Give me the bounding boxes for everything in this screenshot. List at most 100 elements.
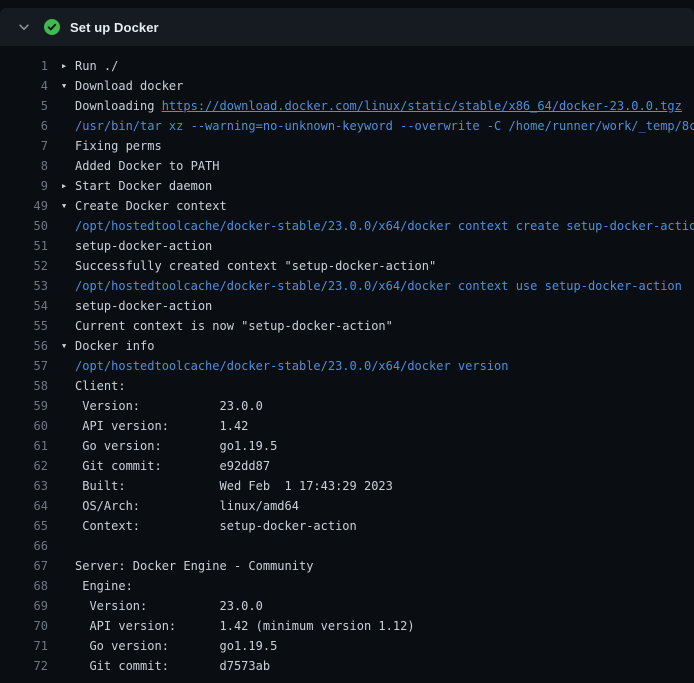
log-line: 64 OS/Arch: linux/amd64 — [0, 496, 694, 516]
log-line: 4 ▼Download docker — [0, 76, 694, 96]
command-text: /opt/hostedtoolcache/docker-stable/23.0.… — [75, 216, 694, 236]
log-line: 6/usr/bin/tar xz --warning=no-unknown-ke… — [0, 116, 694, 136]
step-title: Set up Docker — [70, 20, 159, 35]
log-text: Current context is now "setup-docker-act… — [75, 316, 393, 336]
log-line: 62 Git commit: e92dd87 — [0, 456, 694, 476]
log-container: 1▶Run ./4▼Download docker5Downloading ht… — [0, 46, 694, 676]
log-text: API version: 1.42 — [75, 416, 248, 436]
line-number[interactable]: 68 — [0, 576, 48, 596]
group-title[interactable]: Create Docker context — [75, 196, 227, 216]
log-line: 1 ▶Run ./ — [0, 56, 694, 76]
line-number[interactable]: 8 — [0, 156, 48, 176]
line-number[interactable]: 54 — [0, 296, 48, 316]
log-line: 49 ▼Create Docker context — [0, 196, 694, 216]
log-text: Successfully created context "setup-dock… — [75, 256, 436, 276]
log-line: 54 setup-docker-action — [0, 296, 694, 316]
line-number[interactable]: 55 — [0, 316, 48, 336]
log-text: Client: — [75, 376, 126, 396]
line-number[interactable]: 7 — [0, 136, 48, 156]
group-title[interactable]: Run ./ — [75, 56, 118, 76]
log-text: setup-docker-action — [75, 236, 212, 256]
line-number[interactable]: 52 — [0, 256, 48, 276]
chevron-down-icon[interactable]: ▼ — [62, 76, 75, 96]
group-title[interactable]: Start Docker daemon — [75, 176, 212, 196]
log-text: Version: 23.0.0 — [75, 596, 263, 616]
success-check-icon — [44, 19, 60, 35]
log-line: 57/opt/hostedtoolcache/docker-stable/23.… — [0, 356, 694, 376]
log-line: 8Added Docker to PATH — [0, 156, 694, 176]
line-number[interactable]: 4 — [0, 76, 48, 96]
line-number[interactable]: 50 — [0, 216, 48, 236]
log-line: 51 setup-docker-action — [0, 236, 694, 256]
line-number[interactable]: 57 — [0, 356, 48, 376]
log-text: Built: Wed Feb 1 17:43:29 2023 — [75, 476, 393, 496]
log-line: 60 API version: 1.42 — [0, 416, 694, 436]
log-line: 52 Successfully created context "setup-do… — [0, 256, 694, 276]
line-number[interactable]: 56 — [0, 336, 48, 356]
group-title[interactable]: Download docker — [75, 76, 183, 96]
log-line: 71 Go version: go1.19.5 — [0, 636, 694, 656]
group-title[interactable]: Docker info — [75, 336, 154, 356]
log-line: 69 Version: 23.0.0 — [0, 596, 694, 616]
line-number[interactable]: 53 — [0, 276, 48, 296]
log-link[interactable]: https://download.docker.com/linux/static… — [162, 96, 682, 116]
log-line: 7 Fixing perms — [0, 136, 694, 156]
chevron-right-icon[interactable]: ▶ — [62, 56, 75, 76]
log-line: 53/opt/hostedtoolcache/docker-stable/23.… — [0, 276, 694, 296]
line-number[interactable]: 60 — [0, 416, 48, 436]
log-line: 65 Context: setup-docker-action — [0, 516, 694, 536]
log-text: Context: setup-docker-action — [75, 516, 357, 536]
log-text: Engine: — [75, 576, 133, 596]
line-number[interactable]: 1 — [0, 56, 48, 76]
chevron-down-icon[interactable]: ▼ — [62, 336, 75, 356]
log-line: 50/opt/hostedtoolcache/docker-stable/23.… — [0, 216, 694, 236]
log-line: 68 Engine: — [0, 576, 694, 596]
chevron-down-icon[interactable] — [16, 19, 32, 35]
log-text: Fixing perms — [75, 136, 162, 156]
chevron-right-icon[interactable]: ▶ — [62, 176, 75, 196]
log-line: 63 Built: Wed Feb 1 17:43:29 2023 — [0, 476, 694, 496]
line-number[interactable]: 6 — [0, 116, 48, 136]
line-number[interactable]: 51 — [0, 236, 48, 256]
log-line: 61 Go version: go1.19.5 — [0, 436, 694, 456]
command-text: /opt/hostedtoolcache/docker-stable/23.0.… — [75, 356, 508, 376]
log-line: 9 ▶Start Docker daemon — [0, 176, 694, 196]
log-text: Git commit: d7573ab — [75, 656, 270, 676]
log-line: 70 API version: 1.42 (minimum version 1.… — [0, 616, 694, 636]
line-number[interactable]: 72 — [0, 656, 48, 676]
line-number[interactable]: 63 — [0, 476, 48, 496]
log-text: Downloading — [75, 96, 162, 116]
log-text: setup-docker-action — [75, 296, 212, 316]
log-line: 66 — [0, 536, 694, 556]
log-text: Go version: go1.19.5 — [75, 436, 277, 456]
line-number[interactable]: 65 — [0, 516, 48, 536]
line-number[interactable]: 62 — [0, 456, 48, 476]
log-line: 5 Downloading https://download.docker.com… — [0, 96, 694, 116]
log-line: 55 Current context is now "setup-docker-a… — [0, 316, 694, 336]
chevron-down-icon[interactable]: ▼ — [62, 196, 75, 216]
line-number[interactable]: 61 — [0, 436, 48, 456]
log-text: OS/Arch: linux/amd64 — [75, 496, 299, 516]
log-text: Go version: go1.19.5 — [75, 636, 277, 656]
line-number[interactable]: 70 — [0, 616, 48, 636]
step-header[interactable]: Set up Docker — [0, 8, 694, 46]
line-number[interactable]: 9 — [0, 176, 48, 196]
line-number[interactable]: 71 — [0, 636, 48, 656]
line-number[interactable]: 66 — [0, 536, 48, 556]
log-line: 58 Client: — [0, 376, 694, 396]
line-number[interactable]: 49 — [0, 196, 48, 216]
line-number[interactable]: 5 — [0, 96, 48, 116]
line-number[interactable]: 67 — [0, 556, 48, 576]
log-line: 67Server: Docker Engine - Community — [0, 556, 694, 576]
log-line: 72 Git commit: d7573ab — [0, 656, 694, 676]
log-text: API version: 1.42 (minimum version 1.12) — [75, 616, 415, 636]
command-text: /opt/hostedtoolcache/docker-stable/23.0.… — [75, 276, 682, 296]
line-number[interactable]: 59 — [0, 396, 48, 416]
command-text: /usr/bin/tar xz --warning=no-unknown-key… — [75, 116, 694, 136]
line-number[interactable]: 58 — [0, 376, 48, 396]
line-number[interactable]: 64 — [0, 496, 48, 516]
log-text: Version: 23.0.0 — [75, 396, 263, 416]
line-number[interactable]: 69 — [0, 596, 48, 616]
log-line: 56 ▼Docker info — [0, 336, 694, 356]
actions-log-page: Set up Docker 1▶Run ./4▼Download docker5… — [0, 0, 694, 683]
